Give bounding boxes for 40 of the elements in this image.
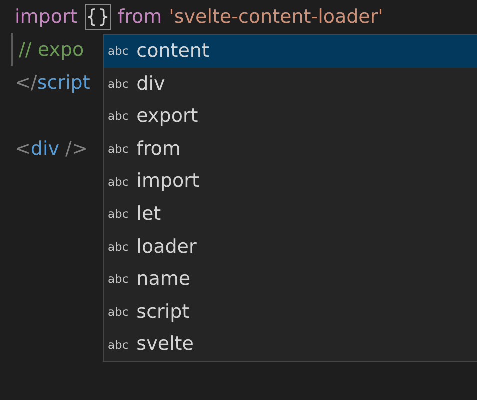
- text-kind-icon: abc: [108, 240, 129, 254]
- suggestion-item[interactable]: abc content: [104, 35, 477, 68]
- suggestion-item[interactable]: abc loader: [104, 230, 477, 264]
- suggestion-label: import: [136, 169, 200, 194]
- suggestion-label: content: [136, 39, 210, 64]
- suggestion-item[interactable]: abc script: [104, 296, 477, 328]
- suggestion-label: svelte: [136, 332, 194, 358]
- text-kind-icon: abc: [108, 174, 129, 189]
- keyword-text: from: [118, 4, 162, 28]
- suggestion-item[interactable]: abc from: [104, 132, 477, 166]
- comment-text: // expo: [19, 38, 84, 62]
- punctuation-text: <: [15, 136, 31, 160]
- text-kind-icon: abc: [108, 207, 129, 222]
- text-kind-icon: abc: [108, 305, 129, 320]
- suggestion-item[interactable]: abc import: [104, 165, 477, 198]
- punctuation-text: />: [64, 136, 88, 160]
- suggestion-item[interactable]: abc svelte: [104, 328, 477, 361]
- text-kind-icon: abc: [108, 272, 129, 286]
- suggestion-label: let: [136, 202, 162, 228]
- suggestion-item[interactable]: abc let: [104, 198, 477, 231]
- suggestion-item[interactable]: abc div: [104, 68, 477, 100]
- suggestion-item[interactable]: abc export: [104, 100, 477, 133]
- tag-name-text: div: [30, 136, 60, 160]
- suggestion-label: name: [136, 267, 191, 292]
- text-kind-icon: abc: [108, 44, 129, 58]
- punctuation-text: </: [15, 70, 38, 94]
- text-kind-icon: abc: [108, 109, 129, 124]
- text-kind-icon: abc: [108, 142, 129, 156]
- tag-name-text: script: [37, 70, 90, 94]
- suggestion-label: div: [136, 72, 166, 97]
- string-text: 'svelte-content-loader': [169, 4, 384, 28]
- suggestion-label: loader: [136, 234, 197, 260]
- keyword-text: import: [15, 4, 78, 28]
- text-kind-icon: abc: [108, 338, 129, 352]
- suggestion-label: script: [136, 300, 190, 325]
- bracket-match: {}: [84, 4, 111, 30]
- suggestion-label: export: [136, 104, 198, 130]
- suggestion-item[interactable]: abc name: [104, 263, 477, 296]
- text-kind-icon: abc: [108, 76, 129, 91]
- suggestion-label: from: [136, 136, 181, 162]
